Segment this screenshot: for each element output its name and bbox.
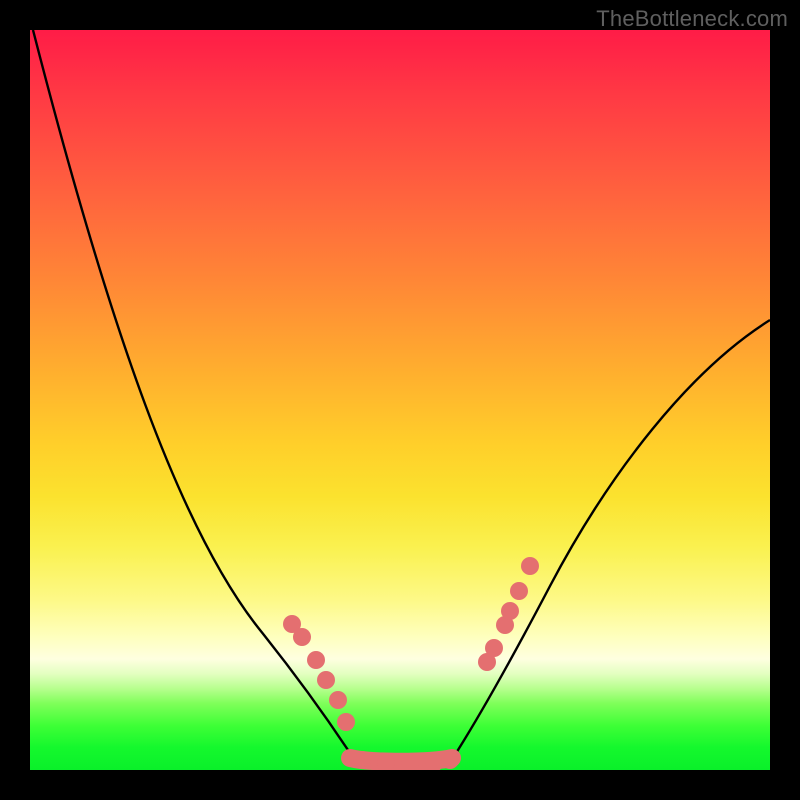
curve-marker bbox=[307, 651, 325, 669]
curve-marker bbox=[337, 713, 355, 731]
chart-frame: TheBottleneck.com bbox=[0, 0, 800, 800]
curve-marker bbox=[317, 671, 335, 689]
plot-area bbox=[30, 30, 770, 770]
curve-marker bbox=[485, 639, 503, 657]
floor-marker bbox=[441, 751, 459, 769]
curve-marker bbox=[329, 691, 347, 709]
floor-marker bbox=[353, 751, 371, 769]
watermark-text: TheBottleneck.com bbox=[596, 6, 788, 32]
curve-marker bbox=[501, 602, 519, 620]
curve-marker bbox=[510, 582, 528, 600]
left-curve bbox=[33, 30, 356, 765]
chart-svg bbox=[30, 30, 770, 770]
curve-marker bbox=[293, 628, 311, 646]
right-curve bbox=[450, 320, 770, 765]
curve-marker bbox=[521, 557, 539, 575]
